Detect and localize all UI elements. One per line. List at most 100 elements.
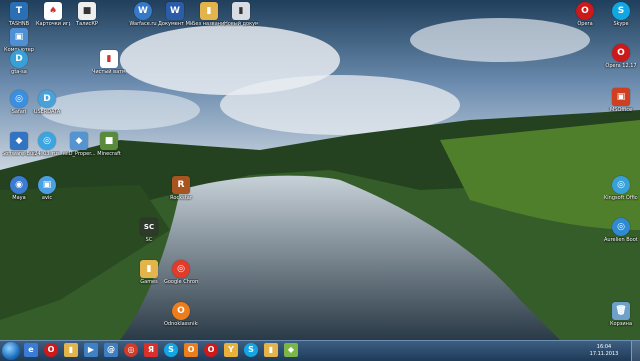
odnoklassniki-icon: О	[172, 302, 190, 320]
desktop-icon-label: Карточки игра в Дур...	[36, 21, 70, 27]
taskbar-chrome-icon[interactable]: ◎	[124, 343, 138, 357]
folder-icon: ▮	[140, 260, 158, 278]
desktop-icon-recycle-bin[interactable]: 🗑 Корзина	[604, 302, 638, 327]
app-icon: ▣	[38, 176, 56, 194]
taskbar-skype-icon[interactable]: S	[164, 343, 178, 357]
minecraft-icon: ■	[100, 132, 118, 150]
safari-icon: ◎	[10, 90, 28, 108]
start-button[interactable]	[2, 342, 20, 360]
app-icon: ◆	[10, 132, 28, 150]
desktop-icon-label: ТалисКР	[76, 21, 98, 27]
clock-date: 17.11.2013	[589, 351, 619, 357]
word-icon: W	[166, 2, 184, 20]
desktop-icon-odnoklassniki[interactable]: О Odnoklassniki	[164, 302, 198, 327]
document-icon: ■	[78, 2, 96, 20]
desktop-icon-label: Warface.ru	[129, 21, 157, 27]
opera-icon: O	[576, 2, 594, 20]
desktop-icon-label: Skype	[613, 21, 629, 27]
app-icon: ◎	[612, 218, 630, 236]
taskbar-mail-icon[interactable]: @	[104, 343, 118, 357]
desktop-icon-label: Rockstar	[170, 195, 192, 201]
desktop-icon-new-document[interactable]: ▮ Новый документ	[224, 2, 258, 27]
opera-icon: O	[612, 44, 630, 62]
desktop-icon-label: Без названия	[192, 21, 226, 27]
desktop-icon-label: avic	[41, 195, 53, 201]
desktop-icon-label: Games	[140, 279, 158, 285]
desktop-icon-minecraft[interactable]: ■ Minecraft	[92, 132, 126, 157]
taskbar-opera2-icon[interactable]: O	[204, 343, 218, 357]
chrome-icon: ◎	[172, 260, 190, 278]
desktop-icon-cards[interactable]: ♠ Карточки игра в Дур...	[36, 2, 70, 27]
taskbar-odnoklassniki-icon[interactable]: О	[184, 343, 198, 357]
clock-time: 16:04	[596, 344, 612, 350]
taskbar: e O ▮ ▶ @ ◎ Я S О O Y S ▮ ◆ 16:04 17.11.…	[0, 340, 640, 361]
desktop-icon-games[interactable]: ▮ Games	[132, 260, 166, 285]
desktop-icon-chrome[interactable]: ◎ Google Chrome	[164, 260, 198, 285]
taskbar-app-icon[interactable]: ◆	[284, 343, 298, 357]
desktop-icon-bootspeed[interactable]: ◎ Aurelien BootSpeed	[604, 218, 638, 243]
desktop-icon-label: Документ Microsoft	[158, 21, 192, 27]
app-icon: SC	[140, 218, 158, 236]
desktop-icon-24-03[interactable]: ◎ 24_03_rus	[30, 132, 64, 157]
taskbar-media-icon[interactable]: ▶	[84, 343, 98, 357]
desktop-icon-label: Opera 12.17	[605, 63, 637, 69]
taskbar-opera-icon[interactable]: O	[44, 343, 58, 357]
folder-icon: ▮	[200, 2, 218, 20]
desktop-icon-label: Новый документ	[224, 21, 258, 27]
show-desktop-button[interactable]	[631, 341, 640, 361]
document-icon: ▮	[232, 2, 250, 20]
desktop-icon-label: Чистый ватман	[92, 69, 126, 75]
desktop-icon-label: Odnoklassniki	[164, 321, 198, 327]
desktop-icon-avic[interactable]: ▣ avic	[30, 176, 64, 201]
desktop-icon-taliskr[interactable]: ■ ТалисКР	[70, 2, 104, 27]
warface-icon: W	[134, 2, 152, 20]
recycle-bin-icon: 🗑	[612, 302, 630, 320]
desktop-icon-label: MSOffice	[609, 107, 633, 113]
cards-icon: ♠	[44, 2, 62, 20]
desktop-icon-label: Minecraft	[97, 151, 121, 157]
app-icon: ◎	[38, 132, 56, 150]
document-icon: ▮	[100, 50, 118, 68]
app-icon: T	[10, 2, 28, 20]
app-icon: ◎	[612, 176, 630, 194]
desktop-icon-label: SC	[145, 237, 153, 243]
taskbar-explorer-icon[interactable]: ▮	[264, 343, 278, 357]
desktop-icon-label: WiD_Proper...	[62, 151, 96, 157]
computer-icon: ▣	[10, 28, 28, 46]
taskbar-yandex-icon[interactable]: Я	[144, 343, 158, 357]
taskbar-skype2-icon[interactable]: S	[244, 343, 258, 357]
desktop-icon-label: Opera	[577, 21, 593, 27]
taskbar-folder-icon[interactable]: ▮	[64, 343, 78, 357]
desktop-icon-label: Aurelien BootSpeed	[604, 237, 638, 243]
desktop-icon-folder-untitled[interactable]: ▮ Без названия	[192, 2, 226, 27]
dat-icon: D	[10, 50, 28, 68]
desktop-icon-word-doc[interactable]: W Документ Microsoft	[158, 2, 192, 27]
desktop-icon-wid[interactable]: ◆ WiD_Proper...	[62, 132, 96, 157]
app-icon: ◆	[70, 132, 88, 150]
desktop-icon-kingsoft[interactable]: ◎ Kingsoft Office	[604, 176, 638, 201]
desktop-icon-label: 24_03_rus	[34, 151, 60, 157]
desktop-icon-opera[interactable]: O Opera	[568, 2, 602, 27]
taskbar-yandex-browser-icon[interactable]: Y	[224, 343, 238, 357]
desktop-icon-sc[interactable]: SC SC	[132, 218, 166, 243]
desktop-icon-label: Kingsoft Office	[604, 195, 638, 201]
office-icon: ▣	[612, 88, 630, 106]
desktop-icon-rockstar[interactable]: R Rockstar	[164, 176, 198, 201]
desktop-icon-blank-sheet[interactable]: ▮ Чистый ватман	[92, 50, 126, 75]
desktop-icon-label: Google Chrome	[164, 279, 198, 285]
dat-icon: D	[38, 90, 56, 108]
desktop-icon-label: Корзина	[609, 321, 633, 327]
desktop-icon-warface[interactable]: W Warface.ru	[126, 2, 160, 27]
desktop-icon-label: gta-sa	[11, 69, 27, 75]
desktop-icon-tashnb[interactable]: T TASHNB	[2, 2, 36, 27]
desktop-icon-skype[interactable]: S Skype	[604, 2, 638, 27]
skype-icon: S	[612, 2, 630, 20]
taskbar-ie-icon[interactable]: e	[24, 343, 38, 357]
rockstar-icon: R	[172, 176, 190, 194]
desktop-icon-label: TASHNB	[8, 21, 30, 27]
desktop-icon-userdata[interactable]: D USERDATA	[30, 90, 64, 115]
system-tray-clock[interactable]: 16:04 17.11.2013	[586, 343, 622, 359]
desktop-icon-gta[interactable]: D gta-sa	[2, 50, 36, 75]
desktop-icon-msoffice[interactable]: ▣ MSOffice	[604, 88, 638, 113]
desktop-icon-opera-1217[interactable]: O Opera 12.17	[604, 44, 638, 69]
